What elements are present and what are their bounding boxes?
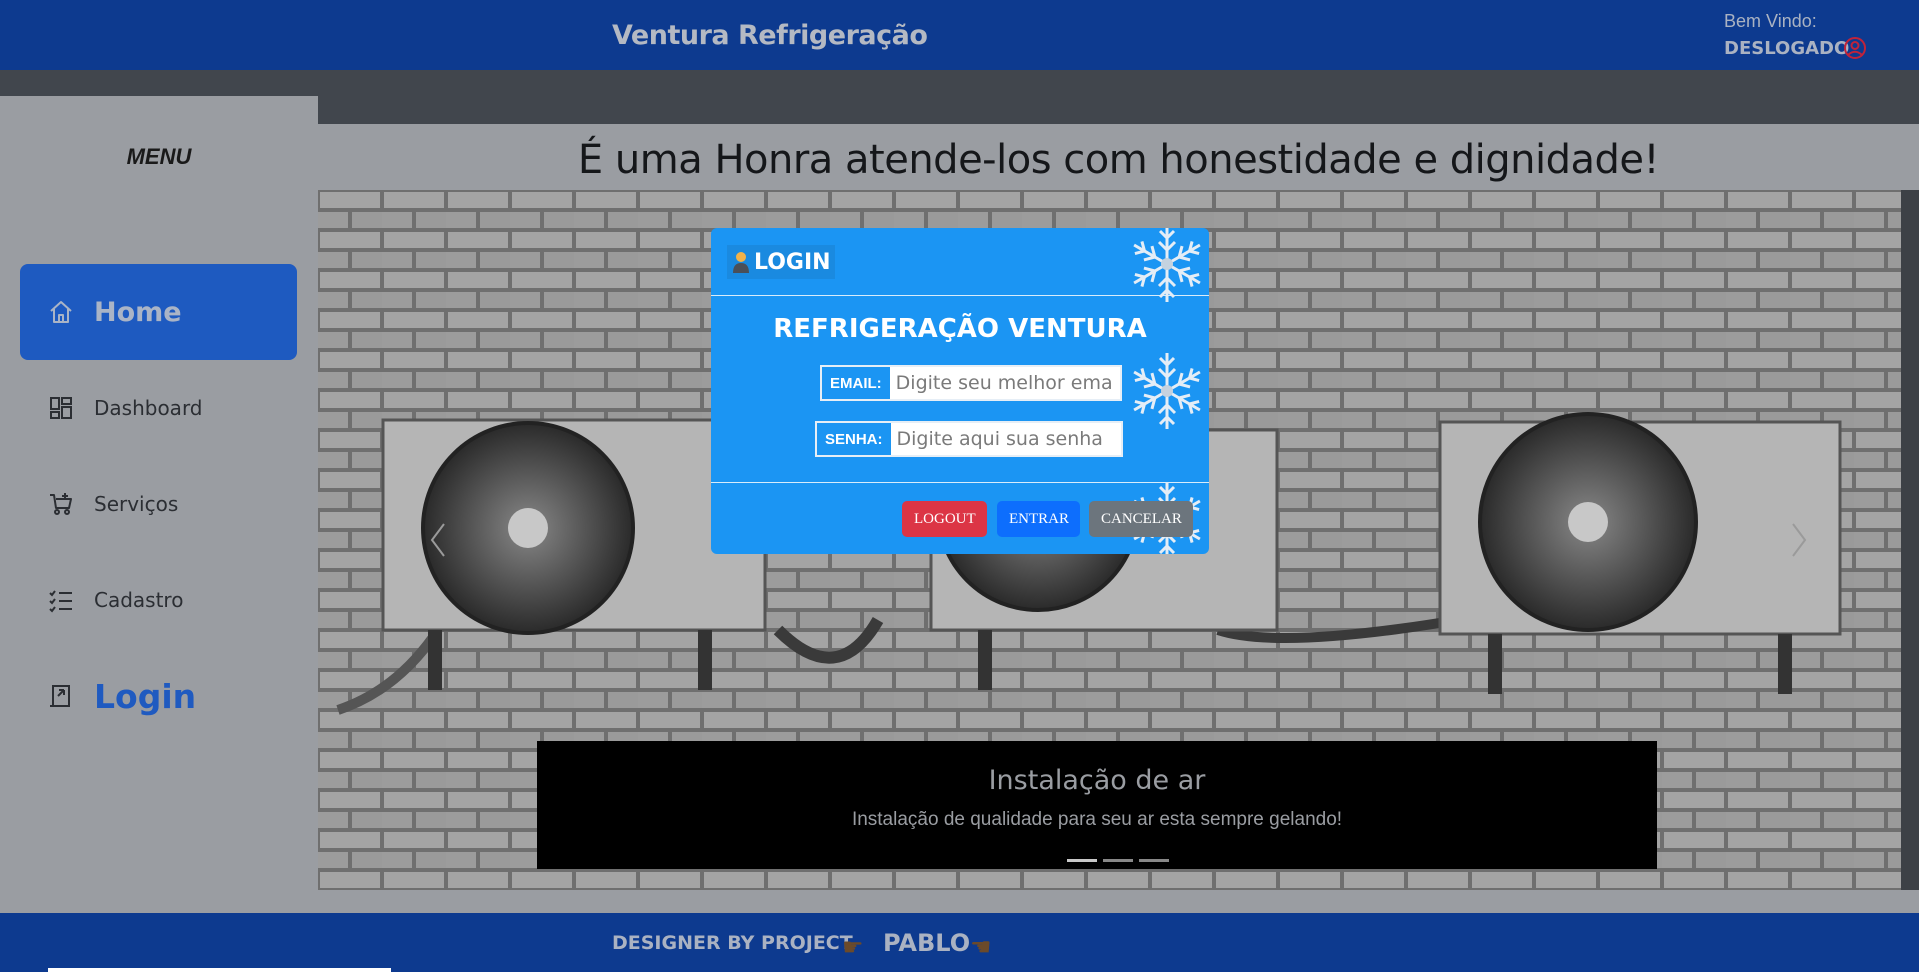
bottom-scrollbar[interactable] bbox=[48, 968, 391, 972]
sidebar-item-label: Login bbox=[94, 676, 197, 716]
home-icon bbox=[50, 301, 72, 323]
brand-title: Ventura Refrigeração bbox=[612, 20, 928, 51]
headline-bar: É uma Honra atende-los com honestidade e… bbox=[318, 124, 1919, 190]
carousel-next-icon[interactable] bbox=[1787, 520, 1811, 560]
dashboard-icon bbox=[50, 397, 72, 419]
main-top-strip bbox=[318, 96, 1919, 124]
header-subbar bbox=[0, 70, 1919, 96]
logout-button[interactable]: LOGOUT bbox=[902, 501, 987, 537]
carousel-indicator-3[interactable] bbox=[1139, 859, 1169, 862]
login-icon bbox=[50, 685, 70, 707]
entrar-button[interactable]: ENTRAR bbox=[997, 501, 1080, 537]
sidebar-item-servicos[interactable]: Serviços bbox=[20, 456, 297, 552]
menu-title: MENU bbox=[126, 144, 192, 169]
modal-divider bbox=[711, 482, 1209, 483]
snowflake-icon bbox=[1128, 353, 1206, 431]
sidebar-item-label: Cadastro bbox=[94, 588, 184, 612]
modal-header-title: LOGIN bbox=[754, 249, 831, 275]
sidebar-item-cadastro[interactable]: Cadastro bbox=[20, 552, 297, 648]
user-circle-icon[interactable] bbox=[1843, 36, 1867, 60]
pointing-right-hand-icon: ☛ bbox=[842, 934, 864, 961]
page-headline: É uma Honra atende-los com honestidade e… bbox=[577, 137, 1660, 183]
footer-credit: DESIGNER BY PROJECT bbox=[612, 932, 853, 954]
footer: DESIGNER BY PROJECT ☛ PABLO ☚ bbox=[0, 913, 1919, 972]
sidebar: MENU Home Dashboard Serviços Cadastro Lo… bbox=[0, 96, 318, 913]
sidebar-item-home[interactable]: Home bbox=[20, 264, 297, 360]
cancelar-button[interactable]: CANCELAR bbox=[1089, 501, 1193, 537]
pointing-left-hand-icon: ☚ bbox=[970, 934, 992, 961]
top-header: Ventura Refrigeração Bem Vindo: DESLOGAD… bbox=[0, 0, 1919, 70]
email-input[interactable] bbox=[889, 367, 1120, 399]
modal-title: REFRIGERAÇÃO VENTURA bbox=[773, 314, 1147, 344]
snowflake-icon bbox=[1128, 228, 1206, 304]
senha-input[interactable] bbox=[890, 423, 1121, 455]
scrollbar[interactable] bbox=[1901, 190, 1919, 890]
senha-label: SENHA: bbox=[825, 430, 883, 448]
senha-field-group: SENHA: bbox=[815, 421, 1123, 457]
carousel-caption: Instalação de ar Instalação de qualidade… bbox=[537, 741, 1657, 869]
email-field-group: EMAIL: bbox=[820, 365, 1122, 401]
carousel-indicator-2[interactable] bbox=[1103, 859, 1133, 862]
cart-icon bbox=[50, 493, 72, 515]
login-modal: LOGIN REFRIGERAÇÃO VENTURA EMAIL: SENHA:… bbox=[711, 228, 1209, 554]
welcome-label: Bem Vindo: bbox=[1724, 11, 1817, 31]
sidebar-item-label: Serviços bbox=[94, 492, 179, 516]
login-header-badge: LOGIN bbox=[727, 245, 835, 279]
carousel-prev-icon[interactable] bbox=[426, 520, 450, 560]
sidebar-item-login[interactable]: Login bbox=[20, 648, 297, 744]
caption-title: Instalação de ar bbox=[988, 765, 1206, 796]
email-label: EMAIL: bbox=[830, 374, 882, 392]
person-icon bbox=[733, 252, 749, 273]
caption-text: Instalação de qualidade para seu ar esta… bbox=[851, 809, 1343, 830]
sidebar-item-label: Dashboard bbox=[94, 396, 203, 420]
user-status: DESLOGADO bbox=[1724, 38, 1850, 59]
carousel-indicator-1[interactable] bbox=[1067, 859, 1097, 862]
sidebar-item-label: Home bbox=[94, 296, 182, 328]
sidebar-item-dashboard[interactable]: Dashboard bbox=[20, 360, 297, 456]
checklist-icon bbox=[49, 590, 72, 613]
footer-author: PABLO bbox=[883, 929, 971, 957]
carousel-indicators bbox=[1067, 859, 1169, 862]
